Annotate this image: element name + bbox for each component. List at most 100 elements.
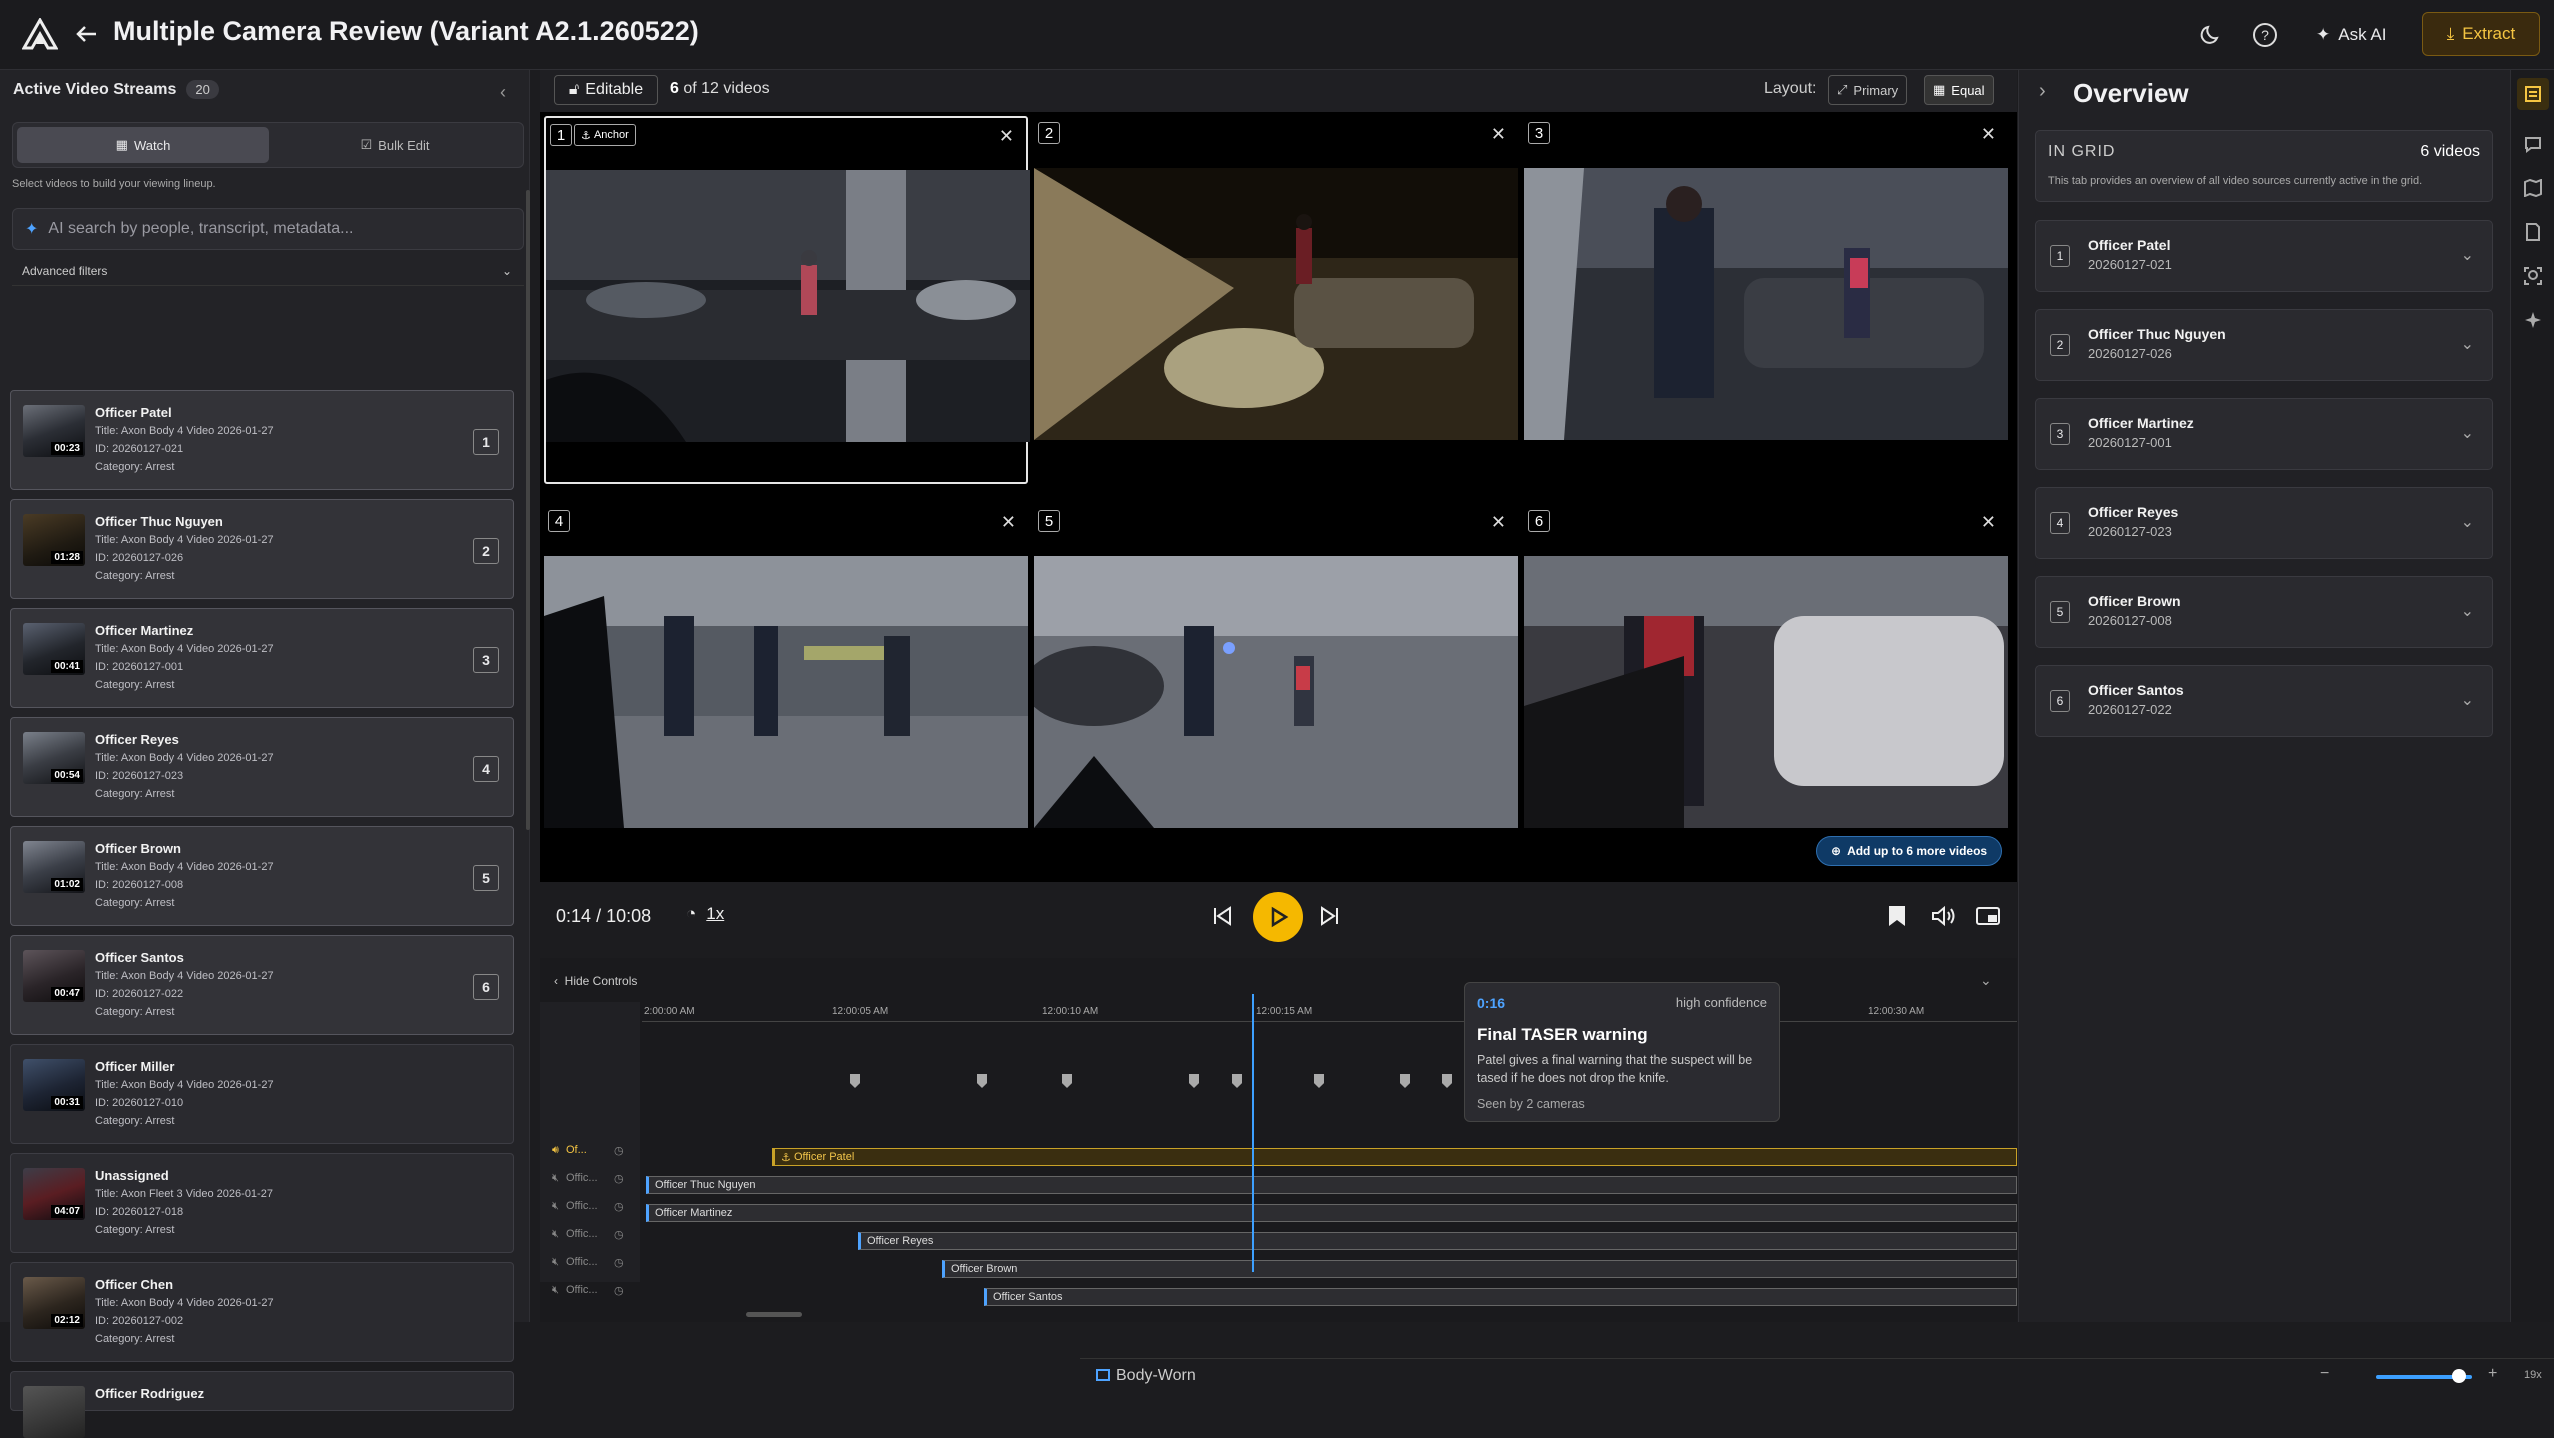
video-tile[interactable]: 3 ✕ (1524, 116, 2008, 484)
add-more-videos-button[interactable]: ⊕ Add up to 6 more videos (1816, 836, 2003, 866)
hide-controls-button[interactable]: ‹ Hide Controls (554, 974, 637, 988)
video-list-item[interactable]: 02:12 Officer Chen Title: Axon Body 4 Vi… (10, 1262, 514, 1362)
ai-search-input[interactable]: ✦ AI search by people, transcript, metada… (12, 208, 524, 250)
volume-muted-icon[interactable]: 🔇︎ (552, 1284, 559, 1296)
ai-insights-rail-icon[interactable] (2521, 308, 2545, 332)
picture-in-picture-icon[interactable] (1975, 904, 2001, 928)
sync-clock-icon[interactable]: ◷ (614, 1172, 624, 1185)
playhead[interactable] (1252, 994, 1254, 1272)
advanced-filters-toggle[interactable]: Advanced filters ⌄ (12, 256, 524, 286)
overview-item[interactable]: 4 Officer Reyes 20260127-023 ⌄ (2035, 487, 2493, 559)
close-tile-icon[interactable]: ✕ (999, 126, 1014, 147)
video-list-item[interactable]: 01:02 Officer Brown Title: Axon Body 4 V… (10, 826, 514, 926)
overview-item[interactable]: 2 Officer Thuc Nguyen 20260127-026 ⌄ (2035, 309, 2493, 381)
close-tile-icon[interactable]: ✕ (1001, 512, 1016, 533)
overview-item[interactable]: 3 Officer Martinez 20260127-001 ⌄ (2035, 398, 2493, 470)
video-frame[interactable] (1034, 556, 1518, 828)
video-tile[interactable]: 4 ✕ (544, 504, 1028, 872)
layout-primary-button[interactable]: ⤢ Primary (1828, 75, 1908, 105)
video-frame[interactable] (544, 556, 1028, 828)
zoom-minus-button[interactable]: − (2320, 1365, 2329, 1383)
chevron-down-icon[interactable]: ⌄ (2461, 245, 2474, 265)
chevron-down-icon[interactable]: ⌄ (2461, 423, 2474, 443)
dark-mode-moon-icon[interactable] (2194, 18, 2228, 52)
video-tile[interactable]: 2 ✕ (1034, 116, 1518, 484)
timeline-collapse-chevron-icon[interactable]: ⌄ (1980, 972, 1992, 989)
video-tile[interactable]: 5 ✕ (1034, 504, 1518, 872)
bulk-edit-tab[interactable]: ☑ Bulk Edit (269, 127, 521, 163)
video-list-item[interactable]: 04:07 Unassigned Title: Axon Fleet 3 Vid… (10, 1153, 514, 1253)
event-marker[interactable] (1062, 1074, 1072, 1088)
layout-equal-button[interactable]: ▦ Equal (1924, 75, 1994, 105)
anchor-badge[interactable]: ⚓︎ Anchor (574, 124, 636, 146)
volume-muted-icon[interactable]: 🔇︎ (552, 1172, 559, 1184)
video-frame[interactable] (546, 170, 1030, 442)
close-tile-icon[interactable]: ✕ (1981, 124, 1996, 145)
chevron-right-icon[interactable]: › (2039, 80, 2046, 103)
video-frame[interactable] (1524, 168, 2008, 440)
sync-clock-icon[interactable]: ◷ (614, 1144, 624, 1157)
timeline-horizontal-scrollbar[interactable] (746, 1312, 802, 1317)
event-marker[interactable] (1232, 1074, 1242, 1088)
skip-previous-icon[interactable] (1210, 904, 1234, 928)
map-rail-icon[interactable] (2521, 176, 2545, 200)
playback-speed-button[interactable]: ◔ 1x (686, 904, 724, 924)
overview-item[interactable]: 6 Officer Santos 20260127-022 ⌄ (2035, 665, 2493, 737)
grid-slot-number[interactable]: 3 (473, 647, 499, 673)
watch-tab[interactable]: ▦ Watch (17, 127, 269, 163)
video-track[interactable]: Officer Martinez (646, 1204, 2017, 1222)
list-scrollbar[interactable] (526, 190, 530, 830)
sync-clock-icon[interactable]: ◷ (614, 1228, 624, 1241)
chevron-down-icon[interactable]: ⌄ (2461, 512, 2474, 532)
video-list-item[interactable]: 00:23 Officer Patel Title: Axon Body 4 V… (10, 390, 514, 490)
close-tile-icon[interactable]: ✕ (1491, 124, 1506, 145)
event-marker[interactable] (1442, 1074, 1452, 1088)
time-ruler[interactable]: 2:00:00 AM 12:00:05 AM 12:00:10 AM 12:00:15… (642, 1002, 2017, 1022)
chevron-down-icon[interactable]: ⌄ (2461, 601, 2474, 621)
event-marker[interactable] (1189, 1074, 1199, 1088)
video-track[interactable]: Officer Brown (942, 1260, 2017, 1278)
grid-slot-number[interactable]: 1 (473, 429, 499, 455)
video-frame[interactable] (1524, 556, 2008, 828)
event-marker[interactable] (1314, 1074, 1324, 1088)
video-tile[interactable]: 6 ✕ (1524, 504, 2008, 872)
transcript-rail-icon[interactable] (2521, 220, 2545, 244)
bookmark-icon[interactable] (1886, 904, 1908, 928)
play-button[interactable] (1253, 892, 1303, 942)
video-tile[interactable]: 1 ⚓︎ Anchor ✕ (544, 116, 1030, 484)
chevron-down-icon[interactable]: ⌄ (2461, 690, 2474, 710)
video-list-item[interactable]: 00:54 Officer Reyes Title: Axon Body 4 V… (10, 717, 514, 817)
volume-icon[interactable] (1930, 904, 1956, 928)
event-marker[interactable] (850, 1074, 860, 1088)
collapse-panel-icon[interactable]: ‹ (500, 82, 506, 103)
video-list-item[interactable]: Officer Rodriguez (10, 1371, 514, 1438)
help-icon[interactable]: ? (2248, 18, 2282, 52)
grid-slot-number[interactable]: 4 (473, 756, 499, 782)
volume-muted-icon[interactable]: 🔇︎ (552, 1200, 559, 1212)
overview-rail-icon[interactable] (2517, 78, 2549, 110)
sync-clock-icon[interactable]: ◷ (614, 1284, 624, 1297)
video-track[interactable]: Officer Santos (984, 1288, 2017, 1306)
comments-rail-icon[interactable] (2521, 132, 2545, 156)
chevron-down-icon[interactable]: ⌄ (2461, 334, 2474, 354)
volume-muted-icon[interactable]: 🔇︎ (552, 1228, 559, 1240)
overview-item[interactable]: 5 Officer Brown 20260127-008 ⌄ (2035, 576, 2493, 648)
zoom-slider-handle[interactable] (2452, 1369, 2466, 1383)
face-detection-rail-icon[interactable] (2521, 264, 2545, 288)
grid-slot-number[interactable]: 2 (473, 538, 499, 564)
volume-muted-icon[interactable]: 🔇︎ (552, 1256, 559, 1268)
video-list-item[interactable]: 00:31 Officer Miller Title: Axon Body 4 … (10, 1044, 514, 1144)
event-marker[interactable] (977, 1074, 987, 1088)
video-list-item[interactable]: 00:47 Officer Santos Title: Axon Body 4 … (10, 935, 514, 1035)
sync-clock-icon[interactable]: ◷ (614, 1200, 624, 1213)
grid-slot-number[interactable]: 6 (473, 974, 499, 1000)
close-tile-icon[interactable]: ✕ (1491, 512, 1506, 533)
video-list-item[interactable]: 01:28 Officer Thuc Nguyen Title: Axon Bo… (10, 499, 514, 599)
overview-item[interactable]: 1 Officer Patel 20260127-021 ⌄ (2035, 220, 2493, 292)
skip-next-icon[interactable] (1318, 904, 1342, 928)
video-track[interactable]: ⚓︎ Officer Patel (772, 1148, 2017, 1166)
ask-ai-button[interactable]: ✦ Ask AI (2316, 16, 2386, 54)
event-marker[interactable] (1400, 1074, 1410, 1088)
back-arrow-icon[interactable] (70, 18, 102, 50)
grid-slot-number[interactable]: 5 (473, 865, 499, 891)
